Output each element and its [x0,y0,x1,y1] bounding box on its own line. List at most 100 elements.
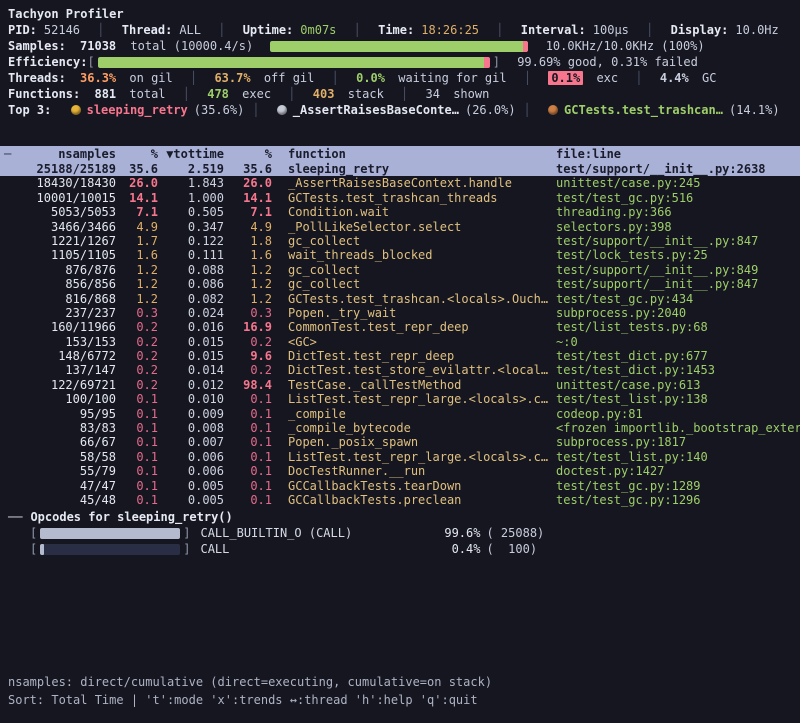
corner-marker: ─ [4,146,11,162]
table-row[interactable]: 58/58 0.1 0.006 0.1 ListTest.test_repr_l… [8,450,800,464]
gc-label: GC [702,71,716,85]
header-nsamples[interactable]: nsamples [8,146,116,162]
opcode-percent: 99.6% [428,525,480,541]
header-cumulative-percent[interactable]: % [224,146,272,162]
function-cell: gc_collect [272,234,548,248]
file-line-cell: test/test_gc.py:516 [548,191,800,205]
file-line-cell: test/test_list.py:138 [548,392,800,406]
tottime-cell: 0.009 [158,407,224,421]
function-cell: GCCallbackTests.preclean [272,493,548,507]
table-row[interactable]: 47/47 0.1 0.005 0.1 GCCallbackTests.tear… [8,479,800,493]
table-row[interactable]: 153/153 0.2 0.015 0.2 <GC> ~:0 [8,335,800,349]
top3-entry[interactable]: sleeping_retry(35.6%)│ [71,103,270,117]
table-row[interactable]: 95/95 0.1 0.009 0.1 _compile codeop.py:8… [8,407,800,421]
file-line-cell: unittest/case.py:245 [548,176,800,190]
table-header-row: ─ nsamples % ▼tottime % function file:li… [0,146,800,162]
cumulative-percent-cell: 1.6 [224,248,272,262]
table-row[interactable]: 83/83 0.1 0.008 0.1 _compile_bytecode <f… [8,421,800,435]
table-row[interactable]: 55/79 0.1 0.006 0.1 DocTestRunner.__run … [8,464,800,478]
nsamples-cell: 816/868 [8,292,116,306]
table-row[interactable]: 5053/5053 7.1 0.505 7.1 Condition.wait t… [8,205,800,219]
table-row[interactable]: 18430/18430 26.0 1.843 26.0 _AssertRaise… [8,176,800,190]
nsamples-cell: 1221/1267 [8,234,116,248]
table-row[interactable]: 876/876 1.2 0.088 1.2 gc_collect test/su… [8,263,800,277]
opcode-name: CALL [200,541,428,557]
cumulative-percent-cell: 0.2 [224,363,272,377]
tottime-cell: 0.006 [158,464,224,478]
function-cell: TestCase._callTestMethod [272,378,548,392]
nsamples-cell: 153/153 [8,335,116,349]
function-cell: wait_threads_blocked [272,248,548,262]
table-row[interactable]: 100/100 0.1 0.010 0.1 ListTest.test_repr… [8,392,800,406]
file-line-cell: <frozen importlib._bootstrap_externa [548,421,800,435]
nsamples-cell: 122/69721 [8,378,116,392]
time-value: 18:26:25 [421,23,479,37]
cumulative-percent-cell: 1.2 [224,292,272,306]
tottime-cell: 0.111 [158,248,224,262]
direct-percent-cell: 0.1 [116,435,158,449]
file-line-cell: test/list_tests.py:68 [548,320,800,334]
table-row[interactable]: 148/6772 0.2 0.015 9.6 DictTest.test_rep… [8,349,800,363]
tachyon-profiler-terminal[interactable]: Tachyon Profiler PID:52146 │ Thread:ALL … [0,0,800,723]
cumulative-percent-cell: 0.1 [224,435,272,449]
separator: │ [496,23,503,37]
top3-function-name: sleeping_retry [87,103,188,117]
header-file-line[interactable]: file:line [548,146,800,162]
top3-entry[interactable]: _AssertRaisesBaseConte…(26.0%)│ [277,103,541,117]
table-row[interactable]: 816/868 1.2 0.082 1.2 GCTests.test_trash… [8,292,800,306]
header-function[interactable]: function [272,146,548,162]
direct-percent-cell: 1.6 [116,248,158,262]
header-direct-percent[interactable]: % [116,146,158,162]
cumulative-percent-cell: 0.2 [224,335,272,349]
table-row[interactable]: 237/237 0.3 0.024 0.3 Popen._try_wait su… [8,306,800,320]
tottime-cell: 0.015 [158,349,224,363]
separator: │ [218,23,225,37]
footer-keybindings: Sort: Total Time | 't':mode 'x':trends ↔… [8,691,492,709]
efficiency-label: Efficiency: [8,55,87,69]
direct-percent-cell: 0.2 [116,378,158,392]
app-title: Tachyon Profiler [8,6,800,22]
table-row[interactable]: 1105/1105 1.6 0.111 1.6 wait_threads_blo… [8,248,800,262]
header-tottime-sorted[interactable]: ▼tottime [158,146,224,162]
separator: │ [524,71,531,85]
file-line-cell: test/support/__init__.py:847 [548,234,800,248]
nsamples-cell: 3466/3466 [8,220,116,234]
cumulative-percent-cell: 35.6 [224,162,272,176]
on-gil-value: 36.3% [80,71,116,85]
table-row[interactable]: 137/147 0.2 0.014 0.2 DictTest.test_stor… [8,363,800,377]
close-bracket: ] [493,55,500,69]
cumulative-percent-cell: 0.1 [224,464,272,478]
cumulative-percent-cell: 1.2 [224,277,272,291]
table-row[interactable]: 160/11966 0.2 0.016 16.9 CommonTest.test… [8,320,800,334]
functions-stack-value: 403 [313,87,335,101]
waiting-gil-value: 0.0% [356,71,385,85]
table-row[interactable]: 25188/25189 35.6 2.519 35.6 sleeping_ret… [0,162,800,176]
direct-percent-cell: 0.1 [116,421,158,435]
function-cell: gc_collect [272,263,548,277]
separator: │ [288,87,295,101]
file-line-cell: test/test_dict.py:1453 [548,363,800,377]
table-row[interactable]: 1221/1267 1.7 0.122 1.8 gc_collect test/… [8,234,800,248]
uptime-value: 0m07s [300,23,336,37]
table-row[interactable]: 856/856 1.2 0.086 1.2 gc_collect test/su… [8,277,800,291]
table-row[interactable]: 122/69721 0.2 0.012 98.4 TestCase._callT… [8,378,800,392]
file-line-cell: test/support/__init__.py:849 [548,263,800,277]
direct-percent-cell: 0.2 [116,363,158,377]
nsamples-cell: 856/856 [8,277,116,291]
pid-label: PID: [8,23,37,37]
top3-line: Top 3: sleeping_retry(35.6%)│ _AssertRai… [8,102,800,118]
cumulative-percent-cell: 0.1 [224,479,272,493]
function-cell: _AssertRaisesBaseContext.handle [272,176,548,190]
functions-total-value: 881 [94,87,116,101]
table-row[interactable]: 3466/3466 4.9 0.347 4.9 _PollLikeSelecto… [8,220,800,234]
file-line-cell: selectors.py:398 [548,220,800,234]
table-row[interactable]: 66/67 0.1 0.007 0.1 Popen._posix_spawn s… [8,435,800,449]
top3-entry[interactable]: GCTests.test_trashcan…(14.1%) [548,103,798,117]
cumulative-percent-cell: 7.1 [224,205,272,219]
table-row[interactable]: 10001/10015 14.1 1.000 14.1 GCTests.test… [8,191,800,205]
thread-value: ALL [179,23,201,37]
table-row[interactable]: 45/48 0.1 0.005 0.1 GCCallbackTests.prec… [8,493,800,507]
file-line-cell: subprocess.py:2040 [548,306,800,320]
tottime-cell: 0.082 [158,292,224,306]
nsamples-cell: 100/100 [8,392,116,406]
